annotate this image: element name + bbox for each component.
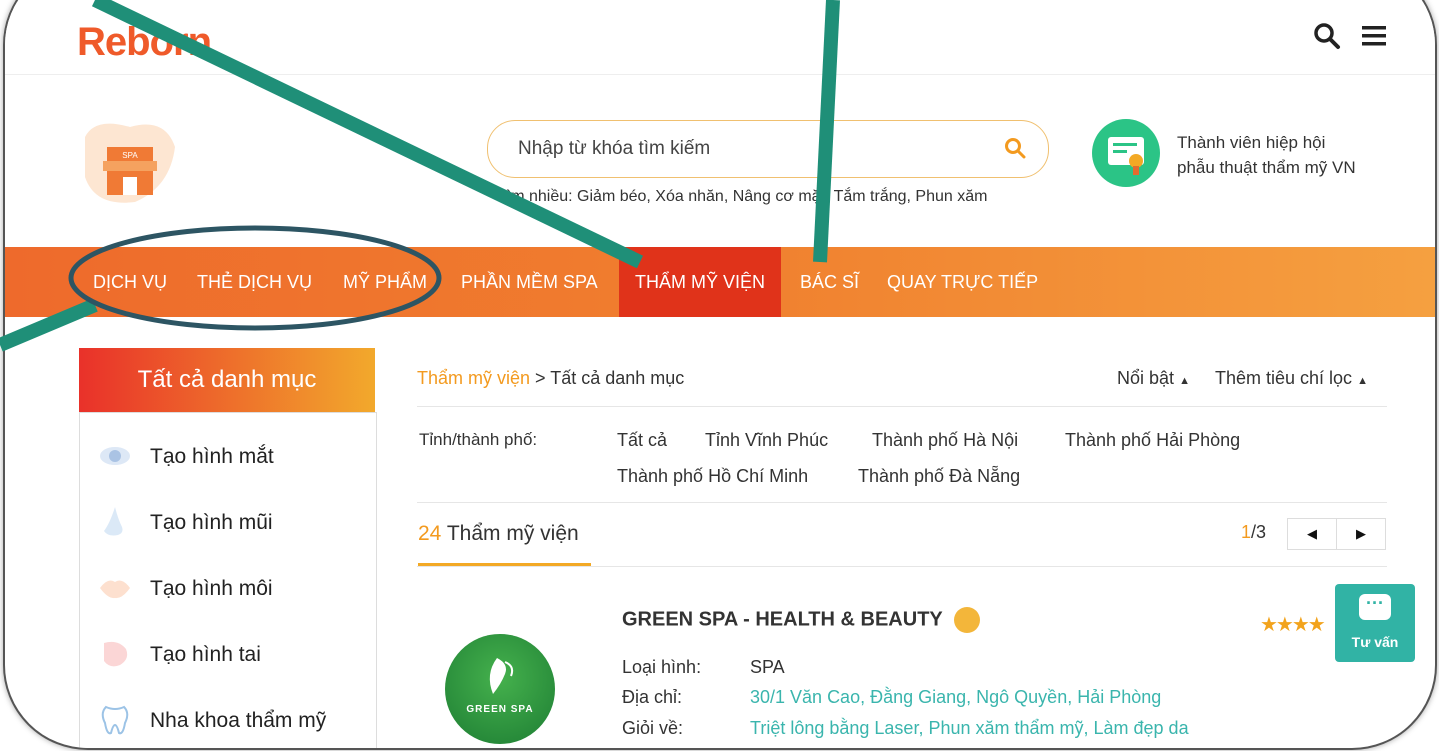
sort-featured-label: Nổi bật	[1117, 368, 1175, 388]
search-submit-icon[interactable]	[1004, 137, 1026, 159]
verified-badge-icon	[953, 607, 980, 633]
browser-frame: Reborn SPA Tìm nhiều: Giảm béo, Xóa nhăn…	[3, 0, 1437, 750]
menu-icon[interactable]	[1360, 24, 1388, 48]
more-filters-label: Thêm tiêu chí lọc	[1215, 368, 1353, 388]
nav-item-phan-mem-spa[interactable]: PHẦN MỀM SPA	[461, 247, 598, 317]
category-sidebar: Tạo hình mắt Tạo hình mũi Tạo hình môi T…	[79, 412, 377, 748]
page-indicator: 1/3	[1241, 522, 1266, 543]
sidebar-item-eye[interactable]: Tạo hình mắt	[80, 427, 376, 487]
city-option[interactable]: Thành phố Hải Phòng	[1065, 430, 1240, 451]
sidebar-item-dental[interactable]: Nha khoa thẩm mỹ	[80, 691, 376, 748]
rating-stars: ★★★★	[1260, 614, 1326, 636]
sort-featured[interactable]: Nổi bật ▲	[1117, 368, 1190, 389]
city-filter-label: Tỉnh/thành phố:	[419, 430, 538, 449]
city-option[interactable]: Thành phố Hồ Chí Minh	[617, 466, 808, 487]
sidebar-item-nose[interactable]: Tạo hình mũi	[80, 493, 376, 553]
reborn-logo[interactable]: Reborn	[77, 20, 212, 65]
sidebar-item-ear[interactable]: Tạo hình tai	[80, 625, 376, 685]
results-label: Thẩm mỹ viện	[446, 522, 579, 545]
tooth-icon	[98, 703, 132, 737]
svg-text:SPA: SPA	[122, 151, 138, 160]
sidebar-title[interactable]: Tất cả danh mục	[79, 348, 375, 412]
eye-icon	[98, 439, 132, 473]
prev-page-button[interactable]: ◀	[1287, 518, 1337, 550]
specialty-value[interactable]: Triệt lông bằng Laser, Phun xăm thẩm mỹ,…	[750, 718, 1189, 739]
nose-icon	[98, 505, 132, 539]
address-label: Địa chỉ:	[622, 687, 683, 707]
certificate-icon	[1092, 119, 1160, 187]
nav-item-my-pham[interactable]: MỸ PHẨM	[343, 247, 427, 317]
page-total: /3	[1251, 522, 1267, 542]
sidebar-item-lips[interactable]: Tạo hình môi	[80, 559, 376, 619]
nav-item-the-dich-vu[interactable]: THẺ DỊCH VỤ	[197, 247, 312, 317]
listing-title[interactable]: GREEN SPA - HEALTH & BEAUTY	[622, 607, 980, 633]
results-count: 24 Thẩm mỹ viện	[418, 522, 579, 546]
type-value: SPA	[750, 657, 785, 677]
type-label: Loại hình:	[622, 657, 702, 677]
listing-name: GREEN SPA - HEALTH & BEAUTY	[622, 608, 943, 631]
divider	[417, 502, 1387, 503]
caret-up-icon: ▲	[1357, 375, 1368, 387]
sidebar-item-label: Tạo hình tai	[150, 643, 261, 666]
chat-icon: ···	[1359, 594, 1391, 620]
nav-item-tham-my-vien[interactable]: THẨM MỸ VIỆN	[619, 247, 782, 317]
breadcrumb-link[interactable]: Thẩm mỹ viện	[417, 368, 530, 388]
sidebar-item-label: Tạo hình môi	[150, 577, 273, 600]
chat-label: Tư vấn	[1351, 634, 1399, 650]
lips-icon	[98, 571, 132, 605]
nav-item-quay-truc-tiep[interactable]: QUAY TRỰC TIẾP	[887, 247, 1038, 317]
popular-terms[interactable]: Giảm béo, Xóa nhăn, Nâng cơ mặt, Tắm trắ…	[577, 188, 987, 205]
sidebar-item-label: Tạo hình mắt	[150, 445, 274, 468]
popular-searches: Tìm nhiều: Giảm béo, Xóa nhăn, Nâng cơ m…	[497, 188, 987, 206]
page-current: 1	[1241, 522, 1252, 542]
city-option[interactable]: Thành phố Hà Nội	[872, 430, 1018, 451]
specialty-label: Giỏi về:	[622, 718, 684, 738]
consult-chat-button[interactable]: ··· Tư vấn	[1335, 584, 1415, 662]
main-nav: DỊCH VỤ THẺ DỊCH VỤ MỸ PHẨM PHẦN MỀM SPA…	[5, 247, 1435, 317]
top-header: Reborn	[5, 2, 1435, 75]
caret-up-icon: ▲	[1179, 375, 1190, 387]
city-option[interactable]: Tỉnh Vĩnh Phúc	[705, 430, 828, 451]
ear-icon	[98, 637, 132, 671]
sidebar-item-label: Nha khoa thẩm mỹ	[150, 709, 327, 732]
search-input[interactable]	[516, 135, 980, 163]
breadcrumb-current: Tất cả danh mục	[550, 368, 685, 388]
sidebar-item-label: Tạo hình mũi	[150, 511, 273, 534]
breadcrumb: Thẩm mỹ viện > Tất cả danh mục	[417, 368, 684, 389]
member-line2: phẫu thuật thẩm mỹ VN	[1177, 158, 1356, 177]
divider	[417, 406, 1387, 407]
search-bar	[487, 120, 1049, 178]
results-number: 24	[418, 522, 442, 545]
popular-prefix: Tìm nhiều:	[497, 188, 573, 205]
city-option[interactable]: Tất cả	[617, 430, 667, 451]
member-line1: Thành viên hiệp hội	[1177, 133, 1326, 152]
divider	[417, 566, 1387, 567]
spa-store-icon: SPA	[75, 117, 185, 207]
nav-item-dich-vu[interactable]: DỊCH VỤ	[93, 247, 167, 317]
search-icon[interactable]	[1313, 22, 1341, 50]
nav-item-bac-si[interactable]: BÁC SĨ	[800, 247, 859, 317]
member-text: Thành viên hiệp hội phẫu thuật thẩm mỹ V…	[1177, 130, 1407, 180]
more-filters[interactable]: Thêm tiêu chí lọc ▲	[1215, 368, 1368, 389]
logo-text: Reborn	[77, 20, 212, 64]
breadcrumb-separator: >	[530, 368, 551, 388]
green-spa-logo[interactable]: GREEN SPA	[445, 634, 555, 744]
next-page-button[interactable]: ▶	[1336, 518, 1386, 550]
city-option[interactable]: Thành phố Đà Nẵng	[858, 466, 1020, 487]
logo-caption: GREEN SPA	[466, 704, 534, 715]
address-value[interactable]: 30/1 Văn Cao, Đằng Giang, Ngô Quyền, Hải…	[750, 687, 1161, 708]
